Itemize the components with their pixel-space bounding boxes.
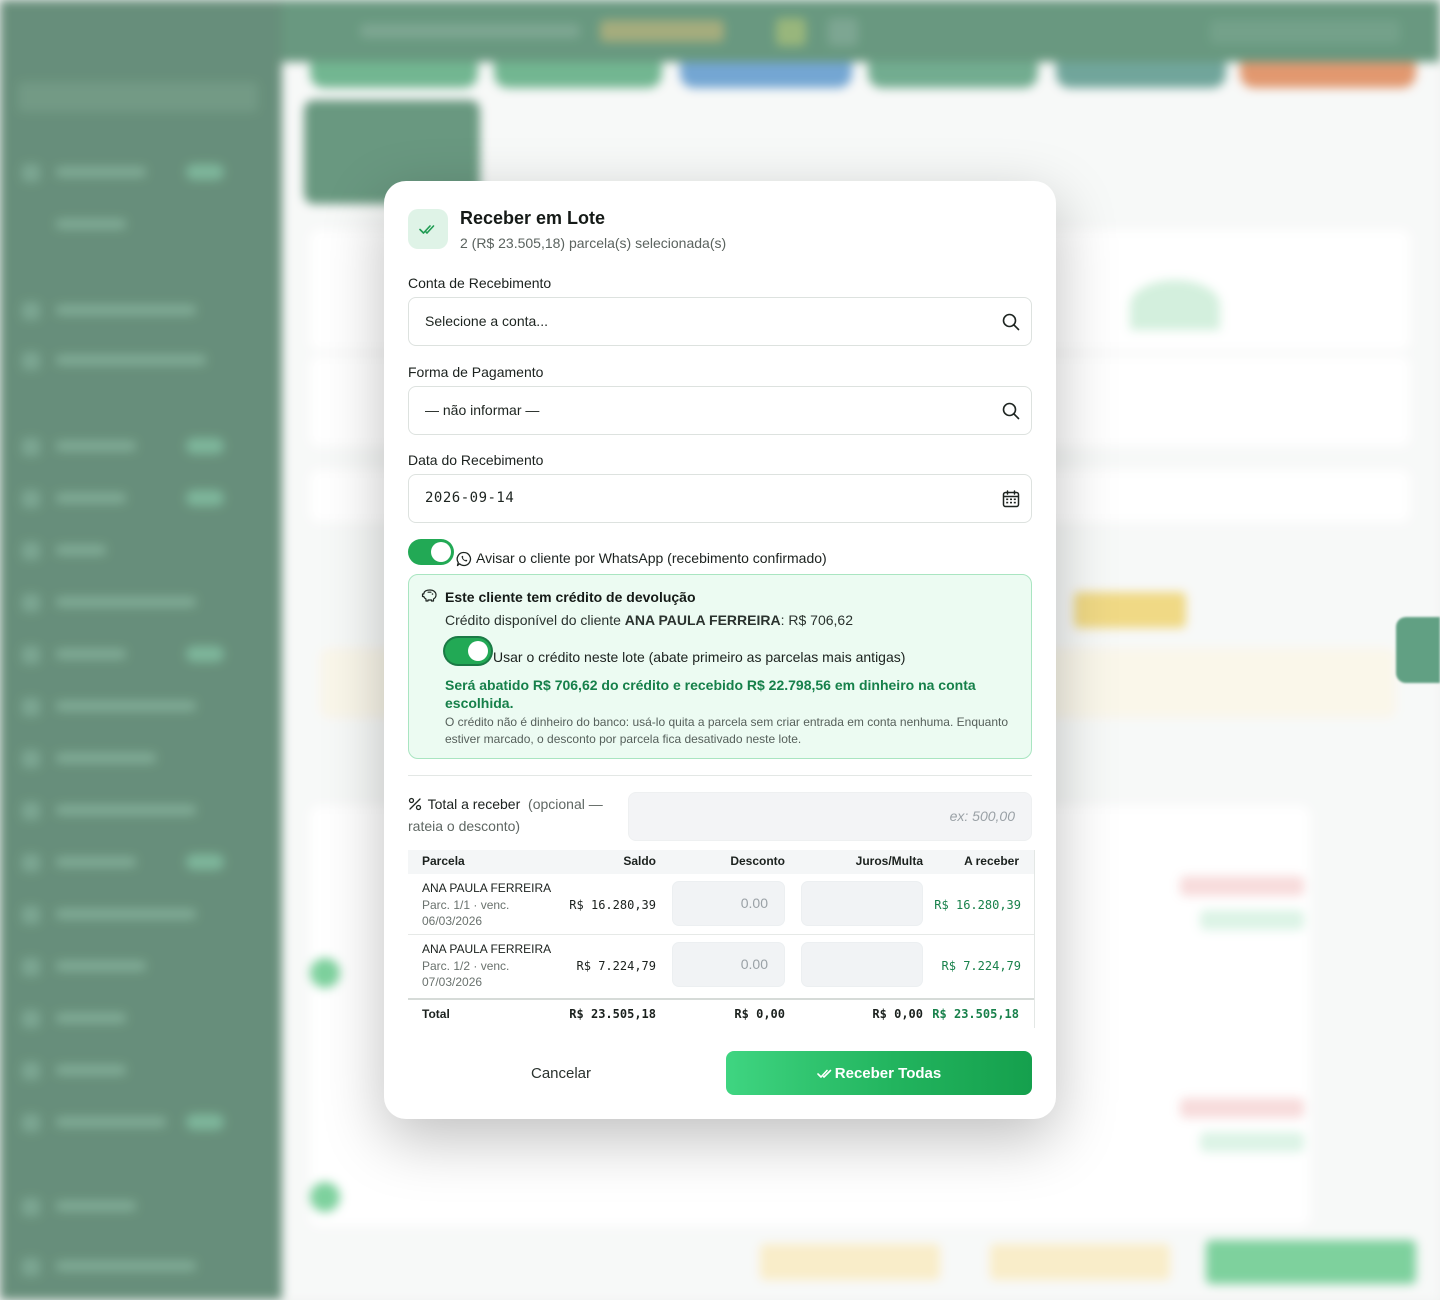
footer-receber: R$ 23.505,18 [932, 1007, 1019, 1021]
row-receber: R$ 7.224,79 [941, 959, 1021, 973]
forma-select[interactable]: — não informar — [408, 386, 1032, 435]
credit-available: Crédito disponível do cliente ANA PAULA … [445, 612, 853, 628]
credit-box: Este cliente tem crédito de devolução Cr… [408, 574, 1032, 759]
modal-subtitle: 2 (R$ 23.505,18) parcela(s) selecionada(… [460, 235, 727, 251]
receive-all-button[interactable]: Receber Todas [726, 1051, 1032, 1095]
data-value: 2026-09-14 [425, 490, 515, 506]
footer-juros: R$ 0,00 [872, 1007, 923, 1021]
piggy-bank-icon [421, 588, 438, 608]
cancel-button[interactable]: Cancelar [408, 1051, 714, 1095]
th-desconto: Desconto [730, 854, 785, 868]
interest-input[interactable] [801, 942, 923, 987]
discount-input[interactable]: 0.00 [672, 881, 785, 926]
side-collapse-tab [1396, 617, 1440, 683]
row-saldo: R$ 16.280,39 [569, 898, 656, 912]
row-meta: Parc. 1/1 · venc. 06/03/2026 [422, 898, 510, 928]
forma-label: Forma de Pagamento [408, 364, 544, 380]
use-credit-toggle[interactable] [445, 638, 491, 664]
row-receber: R$ 16.280,39 [934, 898, 1021, 912]
forma-value: — não informar — [425, 402, 540, 418]
row-client: ANA PAULA FERREIRA [422, 942, 552, 956]
row-client: ANA PAULA FERREIRA [422, 881, 552, 895]
conta-value: Selecione a conta... [425, 313, 548, 329]
footer-saldo: R$ 23.505,18 [569, 1007, 656, 1021]
footer-desconto: R$ 0,00 [734, 1007, 785, 1021]
divider [408, 775, 1032, 776]
credit-title: Este cliente tem crédito de devolução [445, 589, 696, 605]
whatsapp-row: Avisar o cliente por WhatsApp (recebimen… [408, 539, 1032, 567]
conta-select[interactable]: Selecione a conta... [408, 297, 1032, 346]
total-placeholder: ex: 500,00 [949, 808, 1015, 824]
conta-label: Conta de Recebimento [408, 275, 552, 291]
data-input[interactable]: 2026-09-14 [408, 474, 1032, 523]
whatsapp-toggle[interactable] [408, 539, 454, 565]
th-receber: A receber [964, 854, 1019, 868]
search-icon [1001, 401, 1021, 421]
footer-label: Total [422, 1007, 450, 1021]
table-row: ANA PAULA FERREIRA Parc. 1/1 · venc. 06/… [408, 874, 1034, 935]
calendar-icon[interactable] [1001, 489, 1021, 509]
receive-all-label: Receber Todas [834, 1064, 942, 1082]
credit-client-name: ANA PAULA FERREIRA [624, 612, 781, 628]
th-juros: Juros/Multa [855, 854, 923, 868]
interest-input[interactable] [801, 881, 923, 926]
table-header: Parcela Saldo Desconto Juros/Multa A rec… [408, 850, 1034, 874]
row-saldo: R$ 7.224,79 [576, 959, 656, 973]
table-row: ANA PAULA FERREIRA Parc. 1/2 · venc. 07/… [408, 935, 1034, 996]
percent-icon [408, 796, 422, 816]
double-check-icon [816, 1068, 833, 1079]
total-label: Total a receber (opcional — rateia o des… [408, 796, 603, 834]
whatsapp-icon [456, 551, 472, 572]
data-label: Data do Recebimento [408, 452, 544, 468]
use-credit-label: Usar o crédito neste lote (abate primeir… [493, 649, 906, 665]
whatsapp-label: Avisar o cliente por WhatsApp (recebimen… [476, 550, 827, 566]
double-check-icon [408, 209, 448, 249]
credit-note: O crédito não é dinheiro do banco: usá-l… [445, 715, 1009, 746]
th-saldo: Saldo [623, 854, 656, 868]
table-footer: Total R$ 23.505,18 R$ 0,00 R$ 0,00 R$ 23… [408, 998, 1034, 1028]
modal-header: Receber em Lote 2 (R$ 23.505,18) parcela… [408, 208, 1032, 253]
modal-title: Receber em Lote [460, 208, 606, 228]
installments-table: Parcela Saldo Desconto Juros/Multa A rec… [408, 850, 1035, 1028]
credit-summary: Será abatido R$ 706,62 do crédito e rece… [445, 677, 976, 711]
discount-input[interactable]: 0.00 [672, 942, 785, 987]
batch-receive-modal: Receber em Lote 2 (R$ 23.505,18) parcela… [384, 181, 1056, 1119]
search-icon [1001, 312, 1021, 332]
th-parcela: Parcela [422, 854, 465, 868]
total-input[interactable]: ex: 500,00 [628, 792, 1032, 841]
row-meta: Parc. 1/2 · venc. 07/03/2026 [422, 959, 510, 989]
